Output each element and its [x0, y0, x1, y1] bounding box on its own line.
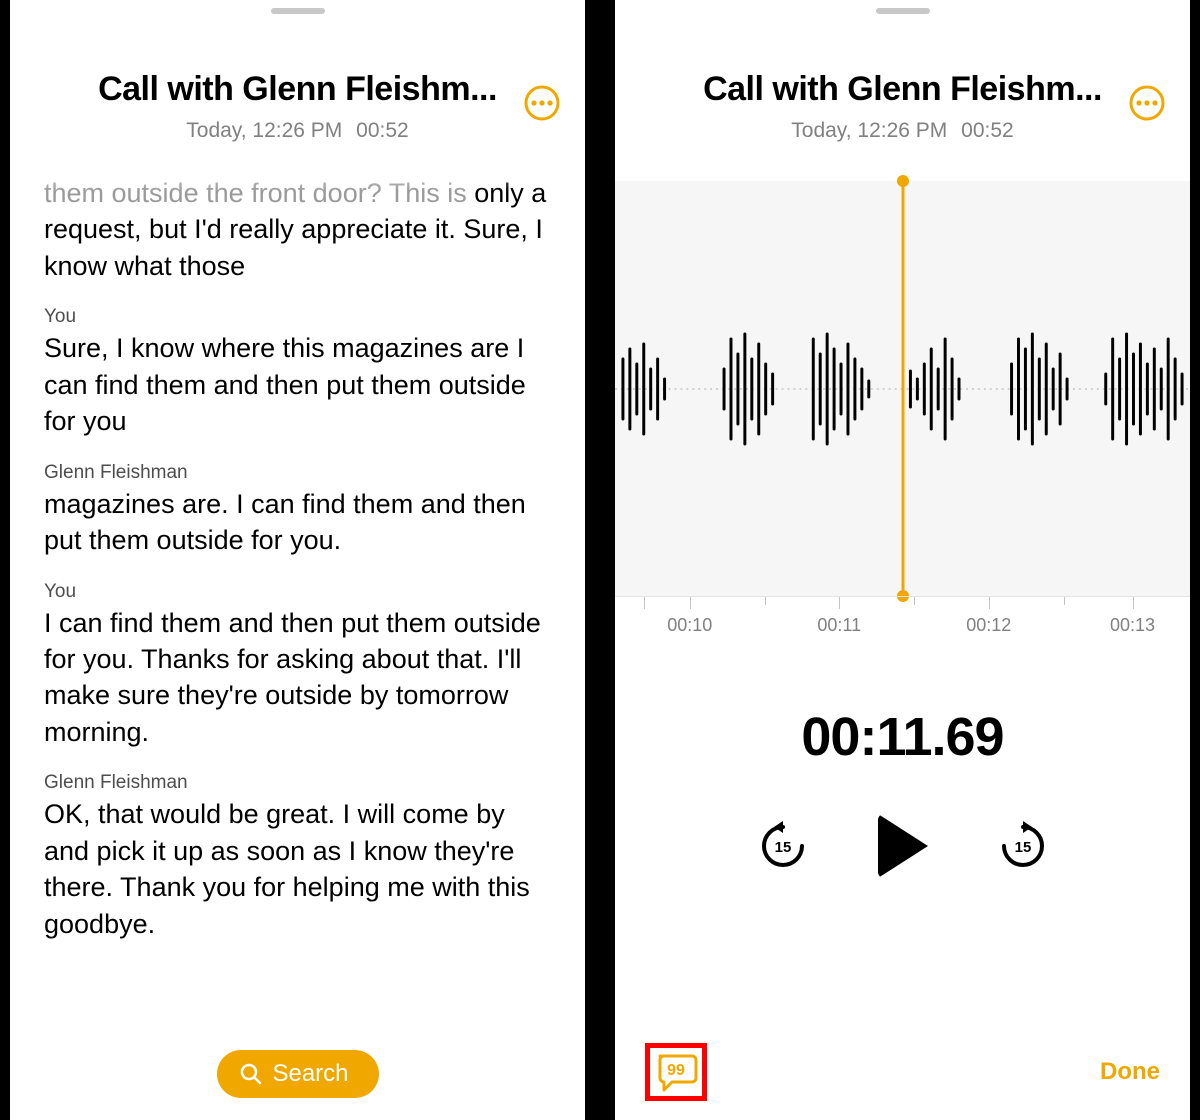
transcript-button[interactable]: 99	[654, 1052, 698, 1092]
recording-title: Call with Glenn Fleishm...	[40, 70, 555, 109]
recording-title: Call with Glenn Fleishm...	[645, 70, 1160, 109]
recording-duration: 00:52	[961, 119, 1014, 142]
recording-date: Today, 12:26 PM	[186, 119, 342, 142]
transcript-lead-faded: them outside the front door? This is	[44, 178, 467, 208]
more-options-button[interactable]	[523, 84, 561, 122]
speech-bubble-quote-icon: 99	[654, 1052, 698, 1092]
play-button[interactable]	[878, 814, 928, 878]
ruler-label: 00:11	[817, 615, 861, 636]
search-icon	[238, 1062, 262, 1086]
home-indicator	[10, 0, 585, 14]
recording-date: Today, 12:26 PM	[791, 119, 947, 142]
ellipsis-circle-icon	[523, 84, 561, 122]
skip-forward-15-button[interactable]: 15	[998, 821, 1048, 871]
transcript-button-highlight: 99	[645, 1043, 707, 1101]
current-time: 00:11.69	[615, 706, 1190, 768]
svg-text:99: 99	[667, 1062, 685, 1079]
waveform-scrubber[interactable]	[615, 181, 1190, 596]
transcript-scroll[interactable]: them outside the front door? This is onl…	[10, 151, 585, 1120]
ruler-label: 00:13	[1110, 615, 1155, 636]
ruler-label: 00:10	[667, 615, 712, 636]
speech-text: magazines are. I can find them and then …	[44, 486, 551, 559]
playback-controls: 15 15	[615, 814, 1190, 878]
speaker-label: You	[44, 306, 551, 328]
home-indicator	[615, 0, 1190, 14]
playhead-handle-top[interactable]	[897, 175, 909, 187]
recording-header: Call with Glenn Fleishm... Today, 12:26 …	[10, 14, 585, 151]
ruler-label: 00:12	[966, 615, 1011, 636]
transcript-block: You I can find them and then put them ou…	[44, 581, 551, 751]
more-options-button[interactable]	[1128, 84, 1166, 122]
search-button[interactable]: Search	[216, 1050, 378, 1098]
recording-subline: Today, 12:26 PM 00:52	[40, 119, 555, 143]
play-icon	[878, 814, 928, 878]
speech-text: Sure, I know where this magazines are I …	[44, 330, 551, 439]
speaker-label: You	[44, 581, 551, 603]
transcript-block: Glenn Fleishman magazines are. I can fin…	[44, 462, 551, 559]
skip-back-icon: 15	[758, 821, 808, 871]
speech-text: OK, that would be great. I will come by …	[44, 796, 551, 942]
transcript-screen: Call with Glenn Fleishm... Today, 12:26 …	[10, 0, 585, 1120]
done-button[interactable]: Done	[1100, 1058, 1160, 1086]
speaker-label: Glenn Fleishman	[44, 772, 551, 794]
ellipsis-circle-icon	[1128, 84, 1166, 122]
svg-text:15: 15	[774, 839, 791, 856]
recording-subline: Today, 12:26 PM 00:52	[645, 119, 1160, 143]
playback-screen: Call with Glenn Fleishm... Today, 12:26 …	[615, 0, 1190, 1120]
svg-text:15: 15	[1014, 839, 1031, 856]
transcript-block: You Sure, I know where this magazines ar…	[44, 306, 551, 439]
recording-duration: 00:52	[356, 119, 409, 142]
speech-text: I can find them and then put them outsid…	[44, 605, 551, 751]
search-label: Search	[272, 1060, 348, 1088]
transcript-block: Glenn Fleishman OK, that would be great.…	[44, 772, 551, 942]
speaker-label: Glenn Fleishman	[44, 462, 551, 484]
recording-header: Call with Glenn Fleishm... Today, 12:26 …	[615, 14, 1190, 151]
bottom-toolbar: 99 Done	[615, 1024, 1190, 1120]
time-ruler: 00:10 00:11 00:12 00:13	[615, 596, 1190, 654]
skip-back-15-button[interactable]: 15	[758, 821, 808, 871]
skip-forward-icon: 15	[998, 821, 1048, 871]
transcript-lead: them outside the front door? This is onl…	[44, 175, 551, 284]
playhead[interactable]	[901, 181, 904, 596]
